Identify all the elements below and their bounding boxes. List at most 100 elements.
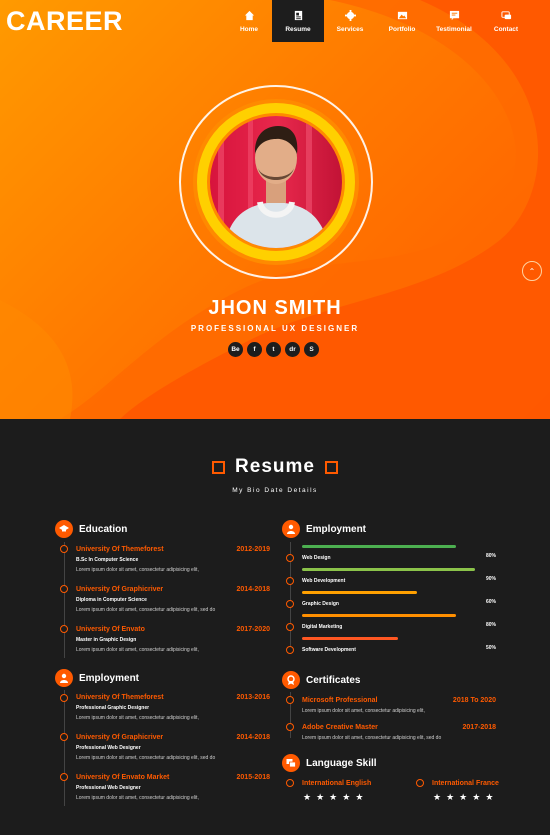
timeline-dot <box>286 554 294 562</box>
behance-icon[interactable]: Be <box>228 342 243 357</box>
star-icon: ★ <box>446 792 455 802</box>
profile-name: JHON SMITH <box>208 297 342 319</box>
section-subtitle: My Bio Date Details <box>232 486 318 494</box>
education-entry: University Of Envato 2017-2020 Master in … <box>76 626 270 653</box>
user-icon <box>55 669 73 687</box>
nav-item-testimonial[interactable]: Testimonial <box>428 0 480 42</box>
timeline-dot <box>286 646 294 654</box>
hero-section: CAREER Home Resume Services Portfolio Te… <box>0 0 550 419</box>
site-logo[interactable]: CAREER <box>6 6 123 37</box>
resume-icon <box>294 10 302 20</box>
star-icon: ★ <box>433 792 442 802</box>
employment-title: Employment <box>55 669 139 687</box>
rating-stars: ★ ★ ★ ★ ★ <box>433 792 493 803</box>
skill-progress-bar <box>302 591 417 594</box>
square-decoration-icon <box>324 460 338 474</box>
skill-progress-bar <box>302 568 475 571</box>
language-icon <box>282 754 300 772</box>
employment-entry: University Of Envato Market 2015-2018 Pro… <box>76 774 270 801</box>
skype-icon[interactable]: S <box>304 342 319 357</box>
facebook-icon[interactable]: f <box>247 342 262 357</box>
skill-progress-bar <box>302 614 456 617</box>
nav-label: Contact <box>493 25 519 33</box>
twitter-icon[interactable]: t <box>266 342 281 357</box>
skill-label: Digital Marketing <box>302 624 343 630</box>
education-title: Education <box>55 520 127 538</box>
skill-progress-bar <box>302 637 398 640</box>
chevron-up-icon: ⌃ <box>528 266 536 276</box>
skill-label: Software Development <box>302 647 356 653</box>
star-icon: ★ <box>472 792 481 802</box>
profile-photo <box>179 85 373 279</box>
nav-item-contact[interactable]: Contact <box>480 0 532 42</box>
education-entry: University Of Themeforest 2012-2019 B.Sc … <box>76 546 270 573</box>
language-title: Language Skill <box>282 754 377 772</box>
timeline-line <box>64 690 65 806</box>
employment-entry: University Of Themeforest 2013-2016 Profe… <box>76 694 270 721</box>
timeline-dot <box>60 625 68 633</box>
certificate-entry: Microsoft Professional 2018 To 2020 Lorem… <box>302 697 496 714</box>
timeline-dot <box>286 723 294 731</box>
gear-icon <box>344 9 356 21</box>
nav-label: Testimonial <box>436 25 472 33</box>
star-icon: ★ <box>342 792 351 802</box>
nav-item-services[interactable]: Services <box>324 0 376 42</box>
language-entry: International France <box>432 780 499 787</box>
star-icon: ★ <box>316 792 325 802</box>
timeline-dot <box>416 779 424 787</box>
chat-icon <box>500 10 511 19</box>
certificate-entry: Adobe Creative Master 2017-2018 Lorem ips… <box>302 724 496 741</box>
star-icon: ★ <box>329 792 338 802</box>
timeline-dot <box>60 545 68 553</box>
timeline-dot <box>286 577 294 585</box>
nav-label: Home <box>239 25 259 33</box>
scroll-up-button[interactable]: ⌃ <box>522 261 542 281</box>
skill-percent: 80% <box>486 622 497 628</box>
skill-percent: 80% <box>486 553 497 559</box>
main-nav: Home Resume Services Portfolio Testimoni… <box>226 0 532 42</box>
profile-title: PROFESSIONAL UX DESIGNER <box>190 324 360 333</box>
nav-item-resume[interactable]: Resume <box>272 0 324 42</box>
nav-label: Resume <box>285 25 311 33</box>
skill-label: Web Development <box>302 578 346 584</box>
timeline-line <box>64 542 65 658</box>
section-title: Resume <box>235 456 315 477</box>
skill-progress-bar <box>302 545 456 548</box>
certificates-title: Certificates <box>282 671 360 689</box>
star-icon: ★ <box>459 792 468 802</box>
education-entry: University Of Graphicriver 2014-2018 Dipl… <box>76 586 270 613</box>
skill-percent: 50% <box>486 645 497 651</box>
skill-percent: 90% <box>486 576 497 582</box>
timeline-dot <box>286 600 294 608</box>
timeline-dot <box>60 773 68 781</box>
home-icon <box>244 10 254 20</box>
certificate-icon <box>282 671 300 689</box>
testimonial-icon <box>449 10 459 20</box>
rating-stars: ★ ★ ★ ★ ★ <box>303 792 363 803</box>
star-icon: ★ <box>355 792 364 802</box>
skill-percent: 60% <box>486 599 497 605</box>
square-decoration-icon <box>212 460 226 474</box>
timeline-dot <box>286 779 294 787</box>
nav-item-portfolio[interactable]: Portfolio <box>376 0 428 42</box>
employment-entry: University Of Graphicriver 2014-2018 Prof… <box>76 734 270 761</box>
skill-label: Web Design <box>302 555 331 561</box>
top-navigation: CAREER Home Resume Services Portfolio Te… <box>0 0 550 42</box>
skills-title: Employment <box>282 520 366 538</box>
timeline-dot <box>286 696 294 704</box>
nav-item-home[interactable]: Home <box>226 0 272 42</box>
nav-label: Portfolio <box>388 25 416 33</box>
star-icon: ★ <box>303 792 312 802</box>
user-icon <box>282 520 300 538</box>
timeline-dot <box>60 585 68 593</box>
language-entry: International English <box>302 780 372 787</box>
timeline-dot <box>60 694 68 702</box>
social-links: Be f t dr S <box>228 342 319 357</box>
timeline-dot <box>286 623 294 631</box>
skill-label: Graphic Design <box>302 601 339 607</box>
image-icon <box>397 11 407 19</box>
star-icon: ★ <box>485 792 494 802</box>
resume-header: Resume My Bio Date Details <box>0 456 550 494</box>
dribbble-icon[interactable]: dr <box>285 342 300 357</box>
timeline-dot <box>60 733 68 741</box>
